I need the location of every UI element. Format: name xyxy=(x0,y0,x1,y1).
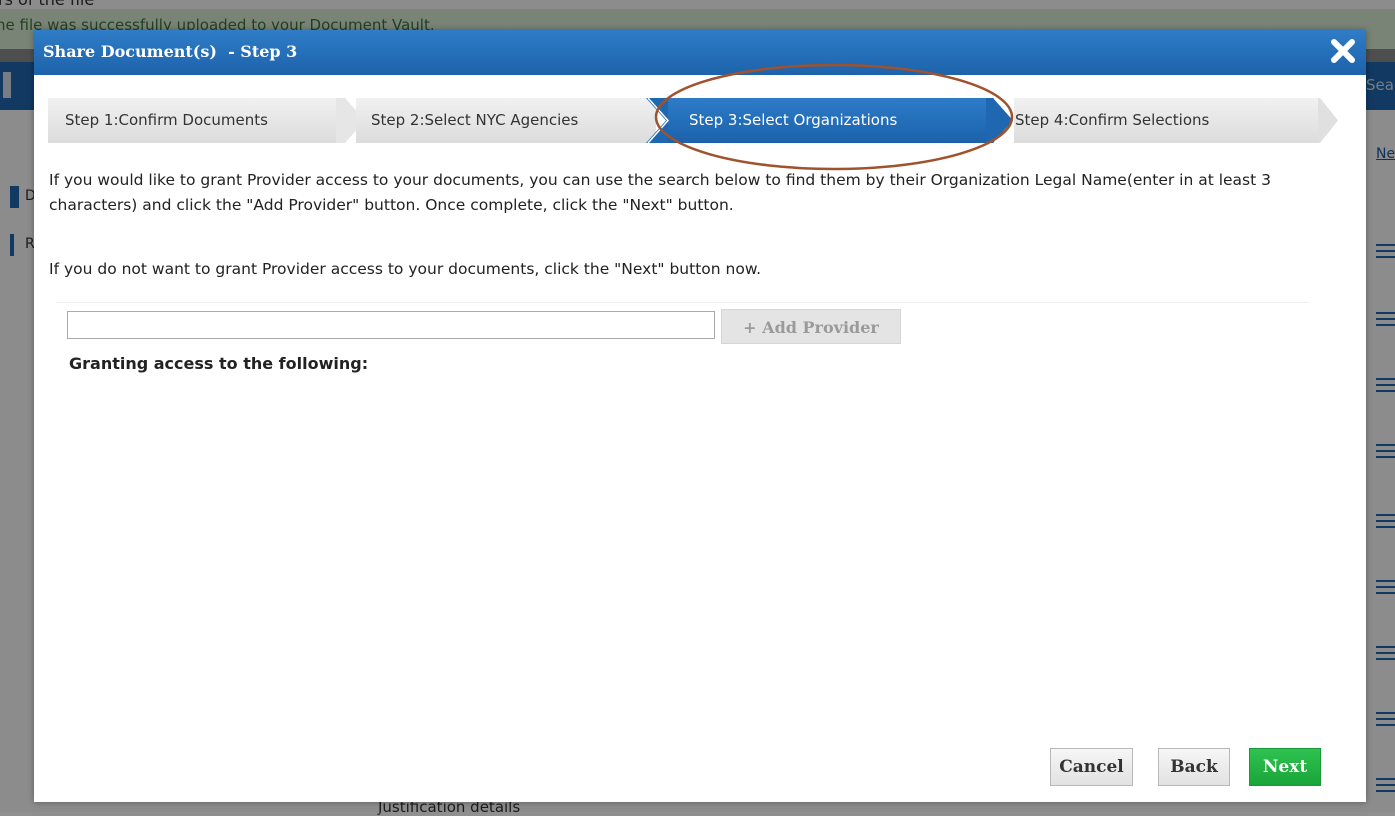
wizard-step-label: Step 1:Confirm Documents xyxy=(65,111,268,129)
wizard-step-label: Step 2:Select NYC Agencies xyxy=(371,111,579,129)
add-provider-button[interactable]: + Add Provider xyxy=(721,309,901,344)
share-document-dialog: Share Document(s) - Step 3 Step 1:Confir… xyxy=(34,30,1366,802)
skip-instructions: If you do not want to grant Provider acc… xyxy=(49,260,762,278)
divider xyxy=(56,302,1310,303)
wizard-step-label: Step 4:Confirm Selections xyxy=(1015,111,1210,129)
wizard-steps: Step 1:Confirm Documents Step 2:Select N… xyxy=(48,98,1338,143)
step-divider xyxy=(1318,98,1338,143)
step-divider xyxy=(986,98,1016,143)
next-button[interactable]: Next xyxy=(1249,748,1321,786)
wizard-step-3[interactable]: Step 3:Select Organizations xyxy=(668,98,988,143)
organization-search-input[interactable] xyxy=(67,311,715,339)
back-button[interactable]: Back xyxy=(1158,748,1230,786)
dialog-title: Share Document(s) - Step 3 xyxy=(43,42,298,61)
close-icon[interactable] xyxy=(1328,36,1358,66)
granting-access-heading: Granting access to the following: xyxy=(69,354,369,373)
wizard-step-2[interactable]: Step 2:Select NYC Agencies xyxy=(356,98,656,143)
cancel-button[interactable]: Cancel xyxy=(1050,748,1133,786)
wizard-step-4[interactable]: Step 4:Confirm Selections xyxy=(1014,98,1320,143)
grant-access-instructions: If you would like to grant Provider acce… xyxy=(49,171,1271,214)
wizard-step-1[interactable]: Step 1:Confirm Documents xyxy=(48,98,346,143)
wizard-step-label: Step 3:Select Organizations xyxy=(689,111,898,129)
step-divider xyxy=(646,98,670,143)
dialog-title-bar: Share Document(s) - Step 3 xyxy=(34,30,1366,75)
